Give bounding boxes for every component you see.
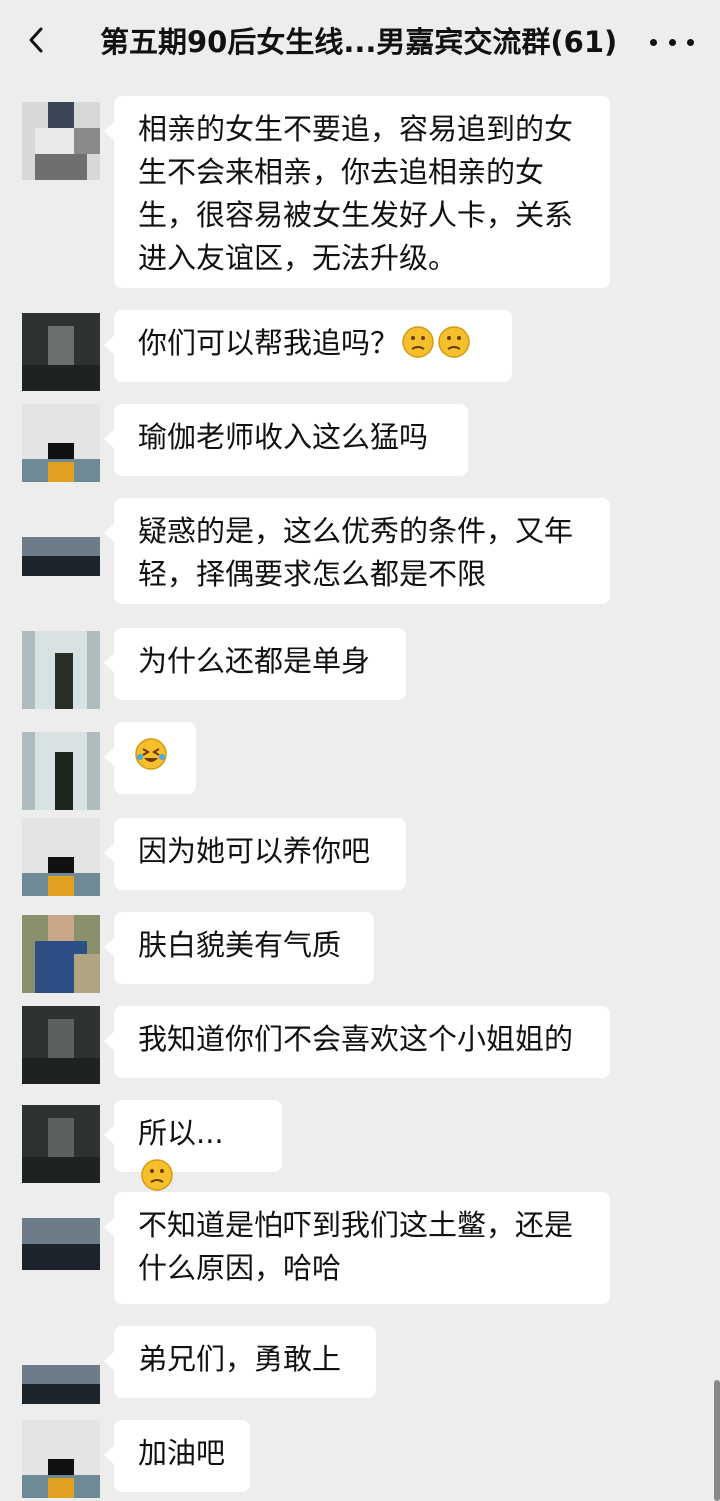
avatar[interactable] bbox=[22, 404, 100, 482]
avatar[interactable] bbox=[22, 631, 100, 709]
more-button[interactable] bbox=[650, 28, 694, 56]
laughing-crying-face-icon bbox=[135, 738, 167, 770]
chat-title: 第五期90后女生线...男嘉宾交流群(61) bbox=[100, 25, 618, 59]
thinking-face-icon bbox=[141, 1159, 173, 1191]
thinking-face-icon bbox=[438, 326, 470, 358]
scrollbar[interactable] bbox=[714, 1380, 720, 1501]
chat-header: 第五期90后女生线...男嘉宾交流群(61) bbox=[0, 0, 720, 84]
message-text: 肤白貌美有气质 bbox=[138, 928, 342, 962]
thinking-face-icon bbox=[402, 326, 434, 358]
back-button[interactable] bbox=[18, 22, 54, 58]
message-text: 你们可以帮我追吗？ bbox=[138, 326, 400, 360]
message-bubble[interactable]: 因为她可以养你吧 bbox=[104, 818, 406, 890]
message-bubble[interactable]: 你们可以帮我追吗？ bbox=[104, 310, 512, 382]
message-bubble[interactable]: 我知道你们不会喜欢这个小姐姐的 bbox=[104, 1006, 610, 1078]
message-bubble[interactable]: 肤白貌美有气质 bbox=[104, 912, 374, 984]
avatar[interactable] bbox=[22, 1420, 100, 1498]
avatar[interactable] bbox=[22, 818, 100, 896]
message-bubble[interactable]: 为什么还都是单身 bbox=[104, 628, 406, 700]
avatar[interactable] bbox=[22, 102, 100, 180]
chat-window: 第五期90后女生线...男嘉宾交流群(61) 相亲的女生不要追，容易追到的女生不… bbox=[0, 0, 720, 1501]
message-bubble[interactable]: 疑惑的是，这么优秀的条件，又年轻，择偶要求怎么都是不限 bbox=[104, 498, 610, 604]
message-bubble[interactable]: 加油吧 bbox=[104, 1420, 250, 1492]
more-horizontal-icon bbox=[650, 38, 657, 46]
message-bubble[interactable]: 弟兄们，勇敢上 bbox=[104, 1326, 376, 1398]
avatar[interactable] bbox=[22, 1326, 100, 1404]
message-text: 加油吧 bbox=[138, 1436, 226, 1470]
message-bubble[interactable]: 所以... bbox=[104, 1100, 282, 1191]
avatar[interactable] bbox=[22, 1192, 100, 1270]
more-dot bbox=[668, 38, 676, 46]
message-bubble[interactable]: 瑜伽老师收入这么猛吗 bbox=[104, 404, 468, 476]
message-text: 弟兄们，勇敢上 bbox=[138, 1342, 342, 1376]
avatar[interactable] bbox=[22, 1006, 100, 1084]
avatar[interactable] bbox=[22, 1105, 100, 1183]
message-bubble[interactable]: 相亲的女生不要追，容易追到的女生不会来相亲，你去追相亲的女生，很容易被女生发好人… bbox=[104, 96, 610, 288]
message-text: 因为她可以养你吧 bbox=[138, 834, 371, 868]
message-text: 我知道你们不会喜欢这个小姐姐的 bbox=[138, 1022, 574, 1056]
avatar[interactable] bbox=[22, 498, 100, 576]
message-text: 瑜伽老师收入这么猛吗 bbox=[138, 420, 429, 454]
message-text: 相亲的女生不要追，容易追到的女生不会来相亲，你去追相亲的女生，很容易被女生发好人… bbox=[138, 112, 574, 275]
message-bubble[interactable]: 不知道是怕吓到我们这土鳖，还是什么原因，哈哈 bbox=[104, 1192, 610, 1304]
message-text: 为什么还都是单身 bbox=[138, 644, 371, 678]
message-text: 疑惑的是，这么优秀的条件，又年轻，择偶要求怎么都是不限 bbox=[138, 514, 574, 591]
message-text: 不知道是怕吓到我们这土鳖，还是什么原因，哈哈 bbox=[138, 1208, 574, 1285]
avatar[interactable] bbox=[22, 732, 100, 810]
message-bubble[interactable] bbox=[104, 722, 196, 794]
message-text: 所以... bbox=[138, 1116, 224, 1150]
more-dot bbox=[687, 38, 694, 46]
chevron-left-icon bbox=[29, 27, 43, 53]
avatar[interactable] bbox=[22, 915, 100, 993]
avatar[interactable] bbox=[22, 313, 100, 391]
